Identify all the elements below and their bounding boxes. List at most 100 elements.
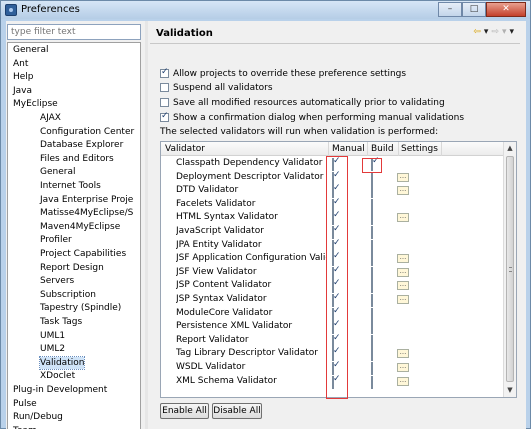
build-checkbox[interactable] [371, 171, 373, 185]
tree-item[interactable]: AJAX [40, 112, 61, 124]
build-checkbox[interactable] [371, 185, 373, 199]
table-scrollbar[interactable]: ▲ ▼ [503, 142, 516, 397]
build-checkbox[interactable] [371, 362, 373, 375]
settings-ellipsis-button[interactable]: ... [397, 267, 409, 277]
tree-item[interactable]: Internet Tools [40, 180, 101, 192]
column-header-manual[interactable]: Manual [332, 144, 365, 154]
maximize-button[interactable]: □ [462, 2, 486, 17]
option-checkbox-row[interactable]: Allow projects to override these prefere… [160, 67, 406, 80]
table-row[interactable]: JSP Syntax Validator... [161, 293, 504, 307]
table-row[interactable]: ModuleCore Validator [161, 307, 504, 321]
table-row[interactable]: Tag Library Descriptor Validator... [161, 347, 504, 362]
tree-item[interactable]: Plug-in Development [13, 384, 107, 396]
column-header-settings[interactable]: Settings [401, 144, 438, 154]
tree-item[interactable]: Files and Editors [40, 153, 114, 165]
settings-ellipsis-button[interactable]: ... [397, 349, 409, 359]
column-header-validator[interactable]: Validator [165, 144, 205, 154]
table-row[interactable]: JSP Content Validator... [161, 279, 504, 294]
build-checkbox[interactable] [371, 253, 373, 267]
build-checkbox[interactable] [371, 307, 373, 321]
table-row[interactable]: HTML Syntax Validator... [161, 211, 504, 226]
view-menu-icon[interactable]: ▾ [509, 27, 514, 37]
tree-item[interactable]: UML1 [40, 330, 65, 342]
settings-ellipsis-button[interactable]: ... [397, 254, 409, 264]
tree-item[interactable]: Validation [38, 355, 86, 370]
table-row[interactable]: JSF Application Configuration Valida....… [161, 252, 504, 267]
option-checkbox[interactable] [160, 111, 169, 122]
tree-item[interactable]: Task Tags [40, 316, 82, 328]
tree-item[interactable]: UML2 [40, 343, 65, 355]
build-checkbox[interactable] [371, 158, 373, 171]
settings-ellipsis-button[interactable]: ... [397, 363, 409, 372]
scroll-up-icon[interactable]: ▲ [504, 142, 516, 154]
option-checkbox-row[interactable]: Show a confirmation dialog when performi… [160, 111, 464, 124]
filter-input[interactable] [7, 24, 141, 40]
settings-ellipsis-button[interactable]: ... [397, 281, 409, 291]
scroll-down-icon[interactable]: ▼ [504, 384, 516, 396]
build-checkbox[interactable] [371, 226, 373, 239]
build-checkbox[interactable] [371, 266, 373, 280]
settings-ellipsis-button[interactable]: ... [397, 295, 409, 304]
settings-ellipsis-button[interactable]: ... [397, 213, 409, 223]
table-row[interactable]: Deployment Descriptor Validator... [161, 171, 504, 185]
option-checkbox-row[interactable]: Suspend all validators [160, 81, 273, 94]
build-checkbox[interactable] [371, 239, 373, 253]
option-checkbox-row[interactable]: Save all modified resources automaticall… [160, 96, 445, 109]
tree-item[interactable]: Project Capabilities [40, 248, 126, 260]
tree-item[interactable]: Ant [13, 58, 28, 70]
tree-item[interactable]: General [40, 166, 75, 178]
back-dropdown-icon[interactable]: ▾ [484, 27, 489, 37]
enable-all-button[interactable]: Enable All [160, 403, 209, 419]
build-checkbox[interactable] [371, 294, 373, 307]
build-checkbox[interactable] [371, 212, 373, 226]
build-checkbox[interactable] [371, 280, 373, 294]
tree-item[interactable]: Database Explorer [40, 139, 123, 151]
tree-item[interactable]: Report Design [40, 262, 104, 274]
disable-all-button[interactable]: Disable All [212, 403, 262, 419]
tree-item[interactable]: Help [13, 71, 34, 83]
tree-item[interactable]: XDoclet [40, 370, 75, 382]
tree-item[interactable]: Maven4MyEclipse [40, 221, 120, 233]
tree-item[interactable]: Pulse [13, 398, 37, 410]
option-checkbox[interactable] [160, 83, 169, 92]
table-row[interactable]: Facelets Validator [161, 198, 504, 212]
tree-item[interactable]: Run/Debug [13, 411, 63, 423]
back-arrow-icon[interactable]: ⇦ [473, 27, 481, 37]
tree-item[interactable]: Subscription [40, 289, 96, 301]
tree-item[interactable]: Team [13, 425, 37, 429]
tree-item[interactable]: MyEclipse [13, 98, 58, 110]
build-checkbox[interactable] [371, 321, 373, 335]
build-checkbox[interactable] [371, 348, 373, 362]
table-row[interactable]: Persistence XML Validator [161, 320, 504, 335]
tree-item[interactable]: Tapestry (Spindle) [40, 302, 121, 314]
table-row[interactable]: JSF View Validator... [161, 266, 504, 280]
table-row[interactable]: JPA Entity Validator [161, 239, 504, 253]
tree-item[interactable]: Matisse4MyEclipse/S [40, 207, 133, 219]
tree-item[interactable]: Profiler [40, 234, 72, 246]
option-checkbox[interactable] [160, 67, 169, 78]
settings-ellipsis-button[interactable]: ... [397, 376, 409, 386]
table-row[interactable]: Report Validator [161, 334, 504, 348]
table-row[interactable]: XML Schema Validator... [161, 375, 504, 389]
option-checkbox[interactable] [160, 98, 169, 107]
tree-item[interactable]: Java Enterprise Proje [40, 194, 133, 206]
splitter[interactable] [145, 21, 148, 429]
build-checkbox[interactable] [371, 375, 373, 389]
tree-item[interactable]: Configuration Center [40, 126, 134, 138]
scroll-thumb[interactable] [506, 156, 514, 382]
table-row[interactable]: DTD Validator... [161, 184, 504, 199]
close-button[interactable]: ✕ [486, 2, 526, 17]
forward-arrow-icon[interactable]: ⇨ [491, 27, 499, 37]
tree-item[interactable]: Servers [40, 275, 74, 287]
table-row[interactable]: Classpath Dependency Validator [161, 157, 504, 171]
column-header-build[interactable]: Build [371, 144, 394, 154]
tree-item[interactable]: Java [13, 85, 32, 97]
build-checkbox[interactable] [371, 334, 373, 348]
table-row[interactable]: JavaScript Validator [161, 225, 504, 239]
settings-ellipsis-button[interactable]: ... [397, 172, 409, 182]
tree-item[interactable]: General [13, 44, 48, 56]
build-checkbox[interactable] [371, 198, 373, 212]
manual-checkbox[interactable] [332, 375, 334, 389]
forward-dropdown-icon[interactable]: ▾ [502, 27, 507, 37]
minimize-button[interactable]: – [438, 2, 462, 17]
